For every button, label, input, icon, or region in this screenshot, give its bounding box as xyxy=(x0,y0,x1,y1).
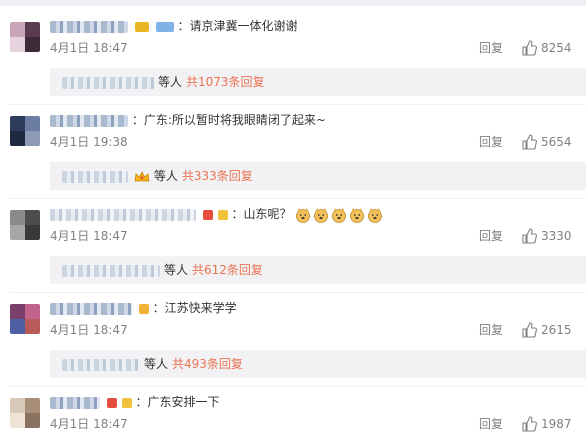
reply-who: 等人 xyxy=(164,263,189,277)
reply-thread-link[interactable]: 共493条回复 xyxy=(172,357,243,371)
reply-thread[interactable]: 等人 共1073条回复 xyxy=(50,68,586,96)
comment-text: ：广东:所以暂时将我眼睛闭了起来~ xyxy=(131,113,326,127)
username-blurred[interactable] xyxy=(50,302,132,315)
reply-who: 等人 xyxy=(158,75,183,89)
crown-icon xyxy=(134,170,150,181)
thumbs-up-icon[interactable] xyxy=(521,134,537,150)
avatar[interactable] xyxy=(10,398,40,428)
divider xyxy=(10,386,586,387)
reply-users-blurred xyxy=(62,170,128,183)
badge-icon xyxy=(121,397,132,408)
avatar[interactable] xyxy=(10,210,40,240)
comment-date: 4月1日 18:47 xyxy=(50,229,128,243)
divider xyxy=(10,104,586,105)
username-blurred[interactable] xyxy=(50,208,196,221)
comment-date: 4月1日 19:38 xyxy=(50,135,128,149)
like-count: 1987 xyxy=(541,417,572,431)
divider xyxy=(10,198,586,199)
avatar[interactable] xyxy=(10,304,40,334)
comment-text: ：广东安排一下 xyxy=(135,395,220,409)
reply-thread-link[interactable]: 共1073条回复 xyxy=(186,75,265,89)
comment-line: ：广东:所以暂时将我眼睛闭了起来~ xyxy=(50,111,326,129)
reply-users-blurred xyxy=(62,264,160,277)
comment-date: 4月1日 18:47 xyxy=(50,323,128,337)
reply-thread[interactable]: 等人 共493条回复 xyxy=(50,350,586,378)
reply-users-blurred xyxy=(62,76,154,89)
thumbs-up-icon[interactable] xyxy=(521,416,537,432)
comment-line: ：请京津冀一体化谢谢 xyxy=(50,17,298,35)
comment-line: ：山东呢？ xyxy=(50,205,385,223)
doge-emoji-icon xyxy=(350,208,365,223)
doge-emoji-icon xyxy=(296,208,311,223)
badge-icon xyxy=(202,209,213,220)
avatar[interactable] xyxy=(10,116,40,146)
username-blurred[interactable] xyxy=(50,20,128,33)
username-blurred[interactable] xyxy=(50,114,128,127)
reply-users-blurred xyxy=(62,358,140,371)
comment-line: ：江苏快来学学 xyxy=(50,299,237,317)
username-blurred[interactable] xyxy=(50,396,100,409)
reply-button[interactable]: 回复 xyxy=(479,134,503,150)
reply-thread-link[interactable]: 共333条回复 xyxy=(182,169,253,183)
reply-thread-link[interactable]: 共612条回复 xyxy=(192,263,263,277)
comment-text: ：山东呢？ xyxy=(231,207,292,221)
comment-text: ：江苏快来学学 xyxy=(152,301,237,315)
doge-emoji-icon xyxy=(332,208,347,223)
reply-thread[interactable]: 等人 共333条回复 xyxy=(50,162,586,190)
thumbs-up-icon[interactable] xyxy=(521,40,537,56)
doge-emoji-icon xyxy=(314,208,329,223)
like-count: 3330 xyxy=(541,229,572,243)
reply-who: 等人 xyxy=(153,169,178,183)
like-count: 5654 xyxy=(541,135,572,149)
comment-text: ：请京津冀一体化谢谢 xyxy=(177,19,298,33)
badge-icon xyxy=(106,397,117,408)
like-count: 2615 xyxy=(541,323,572,337)
thumbs-up-icon[interactable] xyxy=(521,228,537,244)
reply-button[interactable]: 回复 xyxy=(479,40,503,56)
reply-button[interactable]: 回复 xyxy=(479,416,503,432)
reply-button[interactable]: 回复 xyxy=(479,228,503,244)
comment-date: 4月1日 18:47 xyxy=(50,417,128,431)
divider xyxy=(10,292,586,293)
level-badge-icon xyxy=(155,21,174,32)
badge-icon xyxy=(138,303,149,314)
badge-icon xyxy=(217,209,228,220)
emoji-group xyxy=(295,206,385,224)
comment-line: ：广东安排一下 xyxy=(50,393,220,411)
reply-who: 等人 xyxy=(144,357,169,371)
top-divider-band xyxy=(0,0,586,6)
reply-thread[interactable]: 等人 共612条回复 xyxy=(50,256,586,284)
like-count: 8254 xyxy=(541,41,572,55)
doge-emoji-icon xyxy=(368,208,383,223)
thumbs-up-icon[interactable] xyxy=(521,322,537,338)
avatar[interactable] xyxy=(10,22,40,52)
vip-badge-icon xyxy=(134,21,149,32)
comment-date: 4月1日 18:47 xyxy=(50,41,128,55)
reply-button[interactable]: 回复 xyxy=(479,322,503,338)
